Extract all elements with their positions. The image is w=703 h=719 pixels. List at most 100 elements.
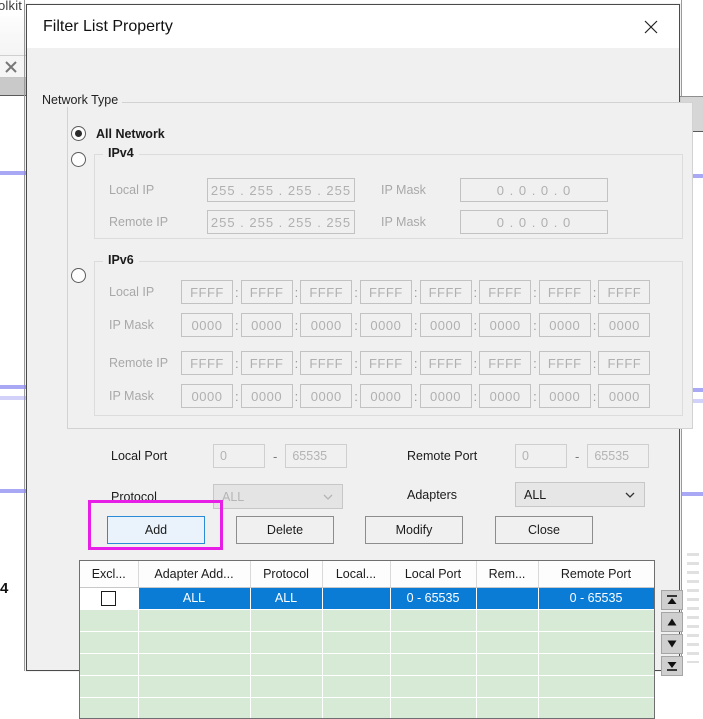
ipv6-segment-input[interactable]: 0000 <box>240 384 293 408</box>
table-empty-cell[interactable] <box>80 631 139 654</box>
table-empty-cell[interactable] <box>390 653 477 676</box>
ipv6-segment-input[interactable]: FFFF <box>240 351 293 375</box>
remote-port-max-input[interactable]: 65535 <box>587 444 650 468</box>
scroll-bottom-button[interactable] <box>661 656 683 676</box>
adapters-select[interactable]: ALL <box>515 482 645 507</box>
add-button[interactable]: Add <box>107 516 205 544</box>
local-port-max-input[interactable]: 65535 <box>285 444 348 468</box>
local-port-min-input[interactable]: 0 <box>213 444 265 468</box>
ipv6-segment-input[interactable]: FFFF <box>359 351 412 375</box>
table-column-header[interactable]: Protocol <box>250 561 323 588</box>
ipv6-segment-input[interactable]: FFFF <box>598 351 651 375</box>
table-column-header[interactable]: Rem... <box>476 561 539 588</box>
ipv6-segment-input[interactable]: 0000 <box>419 313 472 337</box>
ipv4-local-ip-input[interactable]: 255 . 255 . 255 . 255 <box>207 178 355 202</box>
background-close-x-icon[interactable] <box>2 58 20 76</box>
table-empty-cell[interactable] <box>322 675 391 698</box>
table-column-header[interactable]: Local... <box>322 561 391 588</box>
ipv6-segment-input[interactable]: 0000 <box>598 313 651 337</box>
table-column-header[interactable]: Excl... <box>80 561 139 588</box>
ipv6-segment-input[interactable]: 0000 <box>538 313 591 337</box>
ipv6-segment-input[interactable]: FFFF <box>181 280 233 304</box>
delete-button[interactable]: Delete <box>236 516 334 544</box>
radio-ipv6[interactable] <box>71 268 86 283</box>
radio-ipv4-control[interactable] <box>71 152 86 167</box>
radio-ipv4[interactable] <box>71 152 86 167</box>
table-empty-cell[interactable] <box>476 653 539 676</box>
table-empty-cell[interactable] <box>322 609 391 632</box>
table-empty-cell[interactable] <box>538 697 654 718</box>
ipv6-segment-input[interactable]: 0000 <box>538 384 591 408</box>
table-empty-cell[interactable] <box>250 609 323 632</box>
table-empty-cell[interactable] <box>250 675 323 698</box>
row-exclude-checkbox[interactable] <box>101 590 117 606</box>
table-cell[interactable]: 0 - 65535 <box>390 587 477 610</box>
table-empty-cell[interactable] <box>538 675 654 698</box>
ipv6-segment-input[interactable]: 0000 <box>359 313 412 337</box>
ipv6-segment-input[interactable]: FFFF <box>538 280 591 304</box>
table-empty-row[interactable] <box>80 697 654 718</box>
scroll-down-button[interactable] <box>661 634 683 654</box>
ipv6-segment-input[interactable]: 0000 <box>479 313 532 337</box>
ipv6-segment-input[interactable]: FFFF <box>300 280 353 304</box>
table-empty-cell[interactable] <box>390 609 477 632</box>
table-row[interactable]: ALL ALL 0 - 65535 0 - 65535 <box>80 587 654 610</box>
table-empty-cell[interactable] <box>138 609 251 632</box>
table-column-header[interactable]: Adapter Add... <box>138 561 251 588</box>
table-empty-cell[interactable] <box>476 697 539 718</box>
table-empty-cell[interactable] <box>390 697 477 718</box>
radio-all-network[interactable]: All Network <box>71 126 165 141</box>
table-empty-cell[interactable] <box>538 631 654 654</box>
table-empty-cell[interactable] <box>138 653 251 676</box>
ipv6-segment-input[interactable]: FFFF <box>240 280 293 304</box>
close-button[interactable]: Close <box>495 516 593 544</box>
scroll-up-button[interactable] <box>661 612 683 632</box>
ipv6-segment-input[interactable]: FFFF <box>300 351 353 375</box>
table-cell[interactable] <box>80 587 139 610</box>
ipv4-local-mask-input[interactable]: 0 . 0 . 0 . 0 <box>460 178 608 202</box>
table-empty-cell[interactable] <box>138 631 251 654</box>
table-cell[interactable]: ALL <box>138 587 251 610</box>
ipv6-segment-input[interactable]: 0000 <box>359 384 412 408</box>
scroll-top-button[interactable] <box>661 590 683 610</box>
ipv6-segment-input[interactable]: 0000 <box>419 384 472 408</box>
table-empty-cell[interactable] <box>250 631 323 654</box>
ipv4-remote-mask-input[interactable]: 0 . 0 . 0 . 0 <box>460 210 608 234</box>
table-cell[interactable]: 0 - 65535 <box>538 587 654 610</box>
ipv6-segment-input[interactable]: 0000 <box>300 384 353 408</box>
table-empty-cell[interactable] <box>80 609 139 632</box>
radio-ipv6-control[interactable] <box>71 268 86 283</box>
table-empty-row[interactable] <box>80 609 654 632</box>
table-empty-cell[interactable] <box>322 697 391 718</box>
table-empty-cell[interactable] <box>250 697 323 718</box>
table-empty-cell[interactable] <box>476 675 539 698</box>
table-empty-cell[interactable] <box>138 697 251 718</box>
filter-list-table[interactable]: Excl... Adapter Add... Protocol Local... Loc… <box>79 560 655 719</box>
modify-button[interactable]: Modify <box>365 516 463 544</box>
table-empty-cell[interactable] <box>80 653 139 676</box>
table-empty-row[interactable] <box>80 631 654 654</box>
ipv6-segment-input[interactable]: 0000 <box>479 384 532 408</box>
ipv6-segment-input[interactable]: FFFF <box>479 280 532 304</box>
ipv6-segment-input[interactable]: 0000 <box>240 313 293 337</box>
ipv6-segment-input[interactable]: 0000 <box>181 313 233 337</box>
table-empty-cell[interactable] <box>390 675 477 698</box>
ipv6-segment-input[interactable]: FFFF <box>419 280 472 304</box>
dialog-close-icon[interactable] <box>631 12 671 42</box>
ipv6-segment-input[interactable]: 0000 <box>181 384 233 408</box>
table-empty-row[interactable] <box>80 653 654 676</box>
protocol-select[interactable]: ALL <box>213 484 343 509</box>
table-empty-row[interactable] <box>80 675 654 698</box>
ipv6-segment-input[interactable]: FFFF <box>359 280 412 304</box>
ipv4-remote-ip-input[interactable]: 255 . 255 . 255 . 255 <box>207 210 355 234</box>
table-empty-cell[interactable] <box>538 653 654 676</box>
table-empty-cell[interactable] <box>322 631 391 654</box>
table-cell[interactable] <box>476 587 539 610</box>
table-cell[interactable] <box>322 587 391 610</box>
ipv6-segment-input[interactable]: FFFF <box>598 280 651 304</box>
table-column-header[interactable]: Remote Port <box>538 561 654 588</box>
ipv6-segment-input[interactable]: FFFF <box>538 351 591 375</box>
table-empty-cell[interactable] <box>80 675 139 698</box>
ipv6-segment-input[interactable]: 0000 <box>300 313 353 337</box>
ipv6-segment-input[interactable]: 0000 <box>598 384 651 408</box>
